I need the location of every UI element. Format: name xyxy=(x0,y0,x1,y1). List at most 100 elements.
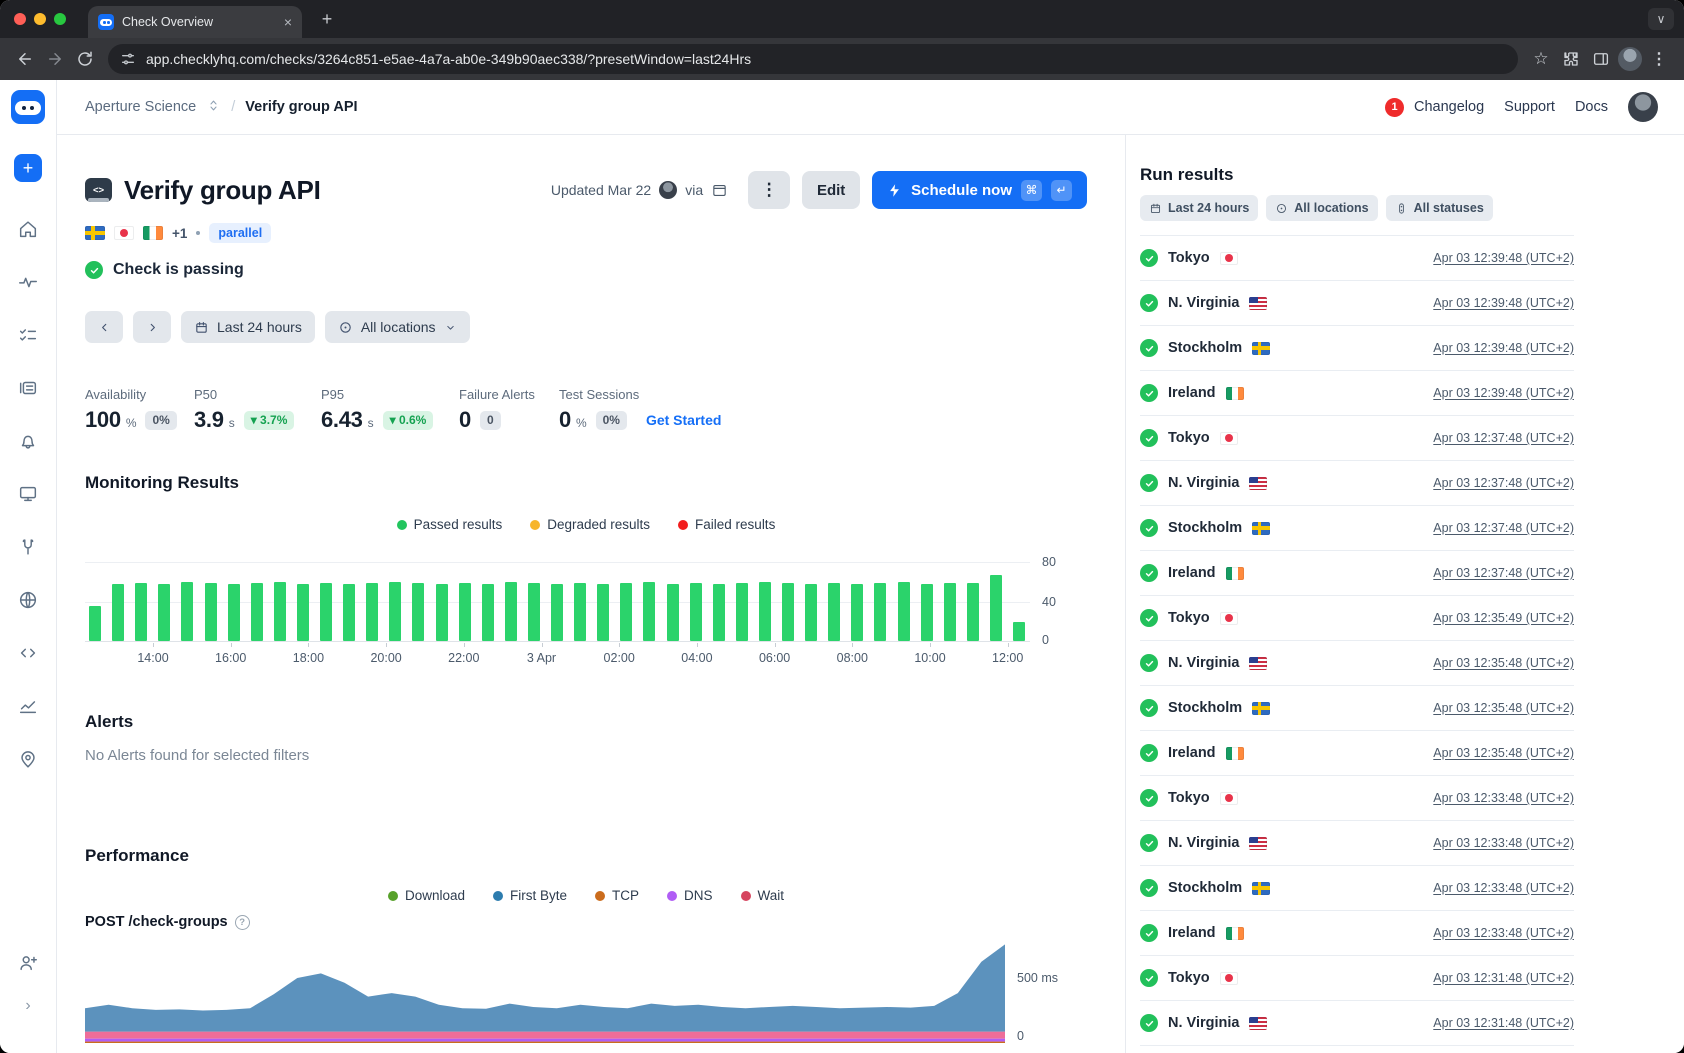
result-bar[interactable] xyxy=(782,583,794,641)
browser-profile-avatar[interactable] xyxy=(1618,47,1642,71)
result-bar[interactable] xyxy=(1013,622,1025,641)
home-icon[interactable] xyxy=(17,218,39,245)
run-result-row[interactable]: N. VirginiaApr 03 12:31:48 (UTC+2) xyxy=(1140,1001,1574,1046)
run-timestamp-link[interactable]: Apr 03 12:39:48 (UTC+2) xyxy=(1433,386,1574,400)
run-result-row[interactable]: TokyoApr 03 12:31:48 (UTC+2) xyxy=(1140,956,1574,1001)
result-bar[interactable] xyxy=(597,584,609,641)
side-panel-icon[interactable] xyxy=(1586,44,1616,74)
run-filter-chip-calendar[interactable]: Last 24 hours xyxy=(1140,195,1258,221)
changelog-link[interactable]: Changelog xyxy=(1414,99,1484,115)
result-bar[interactable] xyxy=(713,584,725,641)
result-bar[interactable] xyxy=(551,584,563,641)
run-timestamp-link[interactable]: Apr 03 12:33:48 (UTC+2) xyxy=(1433,836,1574,850)
run-result-row[interactable]: StockholmApr 03 12:37:48 (UTC+2) xyxy=(1140,506,1574,551)
locations-pin-icon[interactable] xyxy=(17,748,39,775)
address-bar[interactable]: app.checklyhq.com/checks/3264c851-e5ae-4… xyxy=(108,44,1518,74)
run-timestamp-link[interactable]: Apr 03 12:37:48 (UTC+2) xyxy=(1433,431,1574,445)
run-timestamp-link[interactable]: Apr 03 12:33:48 (UTC+2) xyxy=(1433,881,1574,895)
result-bar[interactable] xyxy=(805,584,817,641)
result-bar[interactable] xyxy=(574,583,586,641)
result-bar[interactable] xyxy=(898,582,910,641)
run-timestamp-link[interactable]: Apr 03 12:35:48 (UTC+2) xyxy=(1433,701,1574,715)
run-result-row[interactable]: IrelandApr 03 12:33:48 (UTC+2) xyxy=(1140,911,1574,956)
browser-menu-icon[interactable]: ⋮ xyxy=(1644,44,1674,74)
check-groups-icon[interactable] xyxy=(17,377,39,404)
run-timestamp-link[interactable]: Apr 03 12:35:48 (UTC+2) xyxy=(1433,656,1574,670)
run-timestamp-link[interactable]: Apr 03 12:35:48 (UTC+2) xyxy=(1433,746,1574,760)
org-switcher-chevrons-icon[interactable] xyxy=(206,98,221,117)
result-bar[interactable] xyxy=(482,584,494,641)
result-bar[interactable] xyxy=(828,583,840,641)
time-range-chip[interactable]: Last 24 hours xyxy=(181,311,315,343)
run-result-row[interactable]: IrelandApr 03 12:37:48 (UTC+2) xyxy=(1140,551,1574,596)
run-filter-chip-location[interactable]: All locations xyxy=(1266,195,1377,221)
run-timestamp-link[interactable]: Apr 03 12:37:48 (UTC+2) xyxy=(1433,476,1574,490)
analytics-icon[interactable] xyxy=(17,695,39,722)
run-timestamp-link[interactable]: Apr 03 12:31:48 (UTC+2) xyxy=(1433,1016,1574,1030)
new-tab-button[interactable]: + xyxy=(316,8,338,30)
checks-list-icon[interactable] xyxy=(17,324,39,351)
result-bar[interactable] xyxy=(990,575,1002,641)
run-result-row[interactable]: StockholmApr 03 12:35:48 (UTC+2) xyxy=(1140,686,1574,731)
run-timestamp-link[interactable]: Apr 03 12:37:48 (UTC+2) xyxy=(1433,521,1574,535)
run-filter-chip-statuses[interactable]: All statuses xyxy=(1386,195,1493,221)
result-bar[interactable] xyxy=(251,583,263,641)
result-bar[interactable] xyxy=(759,582,771,641)
legend-item[interactable]: TCP xyxy=(595,888,639,903)
legend-item[interactable]: First Byte xyxy=(493,888,567,903)
run-timestamp-link[interactable]: Apr 03 12:33:48 (UTC+2) xyxy=(1433,791,1574,805)
result-bar[interactable] xyxy=(620,583,632,641)
result-bar[interactable] xyxy=(297,584,309,641)
tab-search-icon[interactable]: ∨ xyxy=(1648,8,1674,30)
org-switcher[interactable]: Aperture Science xyxy=(85,99,196,115)
result-bar[interactable] xyxy=(412,583,424,641)
help-icon[interactable]: ? xyxy=(235,915,250,930)
run-timestamp-link[interactable]: Apr 03 12:35:49 (UTC+2) xyxy=(1433,611,1574,625)
result-bar[interactable] xyxy=(690,583,702,641)
result-bar[interactable] xyxy=(89,606,101,641)
activity-icon[interactable] xyxy=(17,271,39,298)
checkly-logo[interactable] xyxy=(11,90,45,124)
run-result-row[interactable]: TokyoApr 03 12:35:49 (UTC+2) xyxy=(1140,596,1574,641)
code-snippets-icon[interactable] xyxy=(17,642,39,669)
get-started-link[interactable]: Get Started xyxy=(646,412,721,428)
zoom-window-button[interactable] xyxy=(54,13,66,25)
user-avatar[interactable] xyxy=(1628,92,1658,122)
legend-item[interactable]: Degraded results xyxy=(530,517,650,532)
result-bar[interactable] xyxy=(528,583,540,641)
next-window-button[interactable] xyxy=(133,311,171,343)
run-result-row[interactable]: N. VirginiaApr 03 12:35:48 (UTC+2) xyxy=(1140,641,1574,686)
run-result-row[interactable]: StockholmApr 03 12:39:48 (UTC+2) xyxy=(1140,326,1574,371)
result-bar[interactable] xyxy=(967,583,979,641)
run-result-row[interactable]: N. VirginiaApr 03 12:39:48 (UTC+2) xyxy=(1140,281,1574,326)
bookmark-star-icon[interactable]: ☆ xyxy=(1526,44,1556,74)
run-result-row[interactable]: StockholmApr 03 12:31:48 (UTC+2) xyxy=(1140,1046,1574,1053)
alerts-bell-icon[interactable] xyxy=(17,430,39,457)
result-bar[interactable] xyxy=(343,584,355,641)
result-bar[interactable] xyxy=(181,582,193,641)
run-timestamp-link[interactable]: Apr 03 12:39:48 (UTC+2) xyxy=(1433,296,1574,310)
result-bar[interactable] xyxy=(135,583,147,641)
site-settings-icon[interactable] xyxy=(120,51,136,67)
result-bar[interactable] xyxy=(274,582,286,641)
run-timestamp-link[interactable]: Apr 03 12:37:48 (UTC+2) xyxy=(1433,566,1574,580)
forward-icon[interactable] xyxy=(40,44,70,74)
locations-chip[interactable]: All locations xyxy=(325,311,470,343)
run-result-row[interactable]: StockholmApr 03 12:33:48 (UTC+2) xyxy=(1140,866,1574,911)
result-bar[interactable] xyxy=(736,583,748,641)
result-bar[interactable] xyxy=(112,584,124,641)
result-bar[interactable] xyxy=(505,582,517,641)
back-icon[interactable] xyxy=(10,44,40,74)
create-new-button[interactable]: + xyxy=(14,154,42,182)
legend-item[interactable]: Download xyxy=(388,888,465,903)
legend-item[interactable]: Wait xyxy=(741,888,785,903)
run-timestamp-link[interactable]: Apr 03 12:39:48 (UTC+2) xyxy=(1433,251,1574,265)
run-timestamp-link[interactable]: Apr 03 12:33:48 (UTC+2) xyxy=(1433,926,1574,940)
result-bar[interactable] xyxy=(874,583,886,641)
edit-button[interactable]: Edit xyxy=(802,171,860,209)
prev-window-button[interactable] xyxy=(85,311,123,343)
legend-item[interactable]: Passed results xyxy=(397,517,503,532)
dashboards-icon[interactable] xyxy=(17,483,39,510)
private-locations-globe-icon[interactable] xyxy=(17,589,39,616)
legend-item[interactable]: DNS xyxy=(667,888,713,903)
